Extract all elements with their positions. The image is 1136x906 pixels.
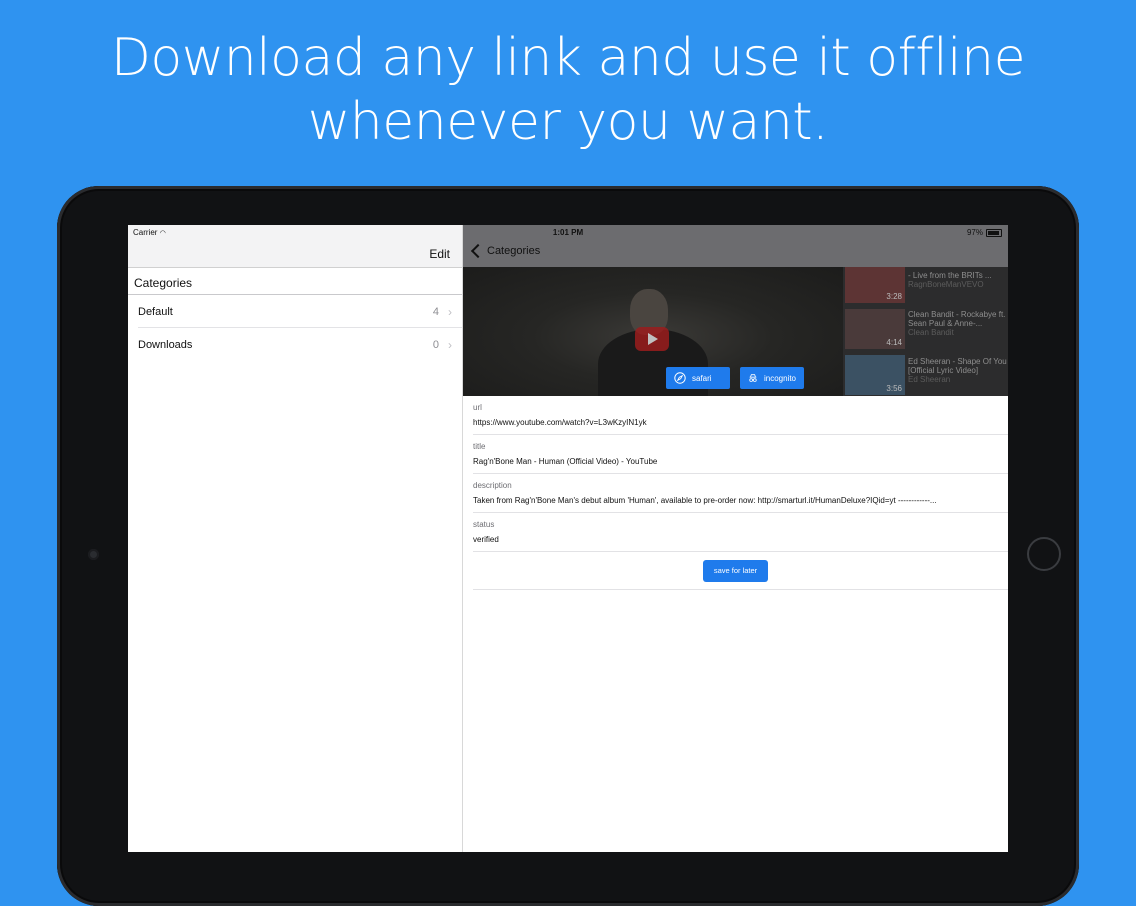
category-count: 4 <box>432 306 439 318</box>
category-row-downloads[interactable]: Downloads 0 › <box>128 328 462 361</box>
url-field: url https://www.youtube.com/watch?v=L3wK… <box>463 396 1008 435</box>
status-bar: Carrier ◠ 1:01 PM 97% <box>128 225 1008 241</box>
related-video-channel: Ed Sheeran <box>908 375 951 384</box>
title-field: title Rag'n'Bone Man - Human (Official V… <box>463 435 1008 474</box>
status-value: verified <box>473 535 499 544</box>
description-field: description Taken from Rag'n'Bone Man's … <box>463 474 1008 513</box>
edit-button[interactable]: Edit <box>429 247 450 261</box>
video-duration: 3:56 <box>886 384 902 393</box>
related-video-title: Clean Bandit - Rockabye ft. Sean Paul & … <box>908 310 1006 328</box>
related-video-thumbnail: 3:28 <box>845 267 905 303</box>
related-video-info: - Live from the BRITs ... RagnBoneManVEV… <box>908 271 1008 289</box>
related-video-title: Ed Sheeran - Shape Of You [Official Lyri… <box>908 357 1007 375</box>
link-details: url https://www.youtube.com/watch?v=L3wK… <box>463 396 1008 590</box>
related-video-title: - Live from the BRITs ... <box>908 271 992 280</box>
related-video-channel: RagnBoneManVEVO <box>908 280 984 289</box>
detail-pane: Categories 3:28 - Live from the BRITs ..… <box>463 225 1008 852</box>
description-value[interactable]: Taken from Rag'n'Bone Man's debut album … <box>473 496 1001 505</box>
related-video-channel: Clean Bandit <box>908 328 954 337</box>
save-row: save for later <box>463 552 1008 590</box>
category-label: Downloads <box>138 339 193 351</box>
url-value[interactable]: https://www.youtube.com/watch?v=L3wKzyIN… <box>473 418 1001 427</box>
category-count: 0 <box>432 339 439 351</box>
category-label: Default <box>138 306 173 318</box>
battery-indicator: 97% <box>967 228 1002 237</box>
battery-percent: 97% <box>966 228 983 237</box>
related-video-thumbnail: 3:56 <box>845 355 905 395</box>
title-value[interactable]: Rag'n'Bone Man - Human (Official Video) … <box>473 457 1001 466</box>
categories-header: Categories <box>128 268 462 295</box>
headline-line-1: Download any link and use it offline <box>110 28 1026 88</box>
safari-button[interactable]: safari <box>666 367 730 389</box>
play-icon <box>635 327 669 351</box>
promo-headline: Download any link and use it offline whe… <box>0 26 1136 154</box>
related-video-thumbnail: 4:14 <box>845 309 905 349</box>
compass-icon <box>674 372 686 384</box>
chevron-right-icon: › <box>448 305 452 319</box>
status-field: status verified <box>463 513 1008 552</box>
safari-label: safari <box>692 373 712 383</box>
battery-icon <box>986 228 1002 237</box>
home-button <box>1027 537 1061 571</box>
chevron-left-icon <box>470 243 486 259</box>
ipad-screen: Edit Categories Default 4 › Downloads 0 … <box>128 225 1008 852</box>
status-time: 1:01 PM <box>552 228 584 237</box>
chevron-right-icon: › <box>448 338 452 352</box>
incognito-icon <box>749 374 757 382</box>
related-video-info: Ed Sheeran - Shape Of You [Official Lyri… <box>908 357 1008 384</box>
back-label: Categories <box>487 245 541 257</box>
related-videos: 3:28 - Live from the BRITs ... RagnBoneM… <box>843 267 1008 396</box>
category-row-default[interactable]: Default 4 › <box>128 295 462 328</box>
field-label: url <box>473 403 482 412</box>
headline-line-2: whenever you want. <box>307 92 829 152</box>
related-video-info: Clean Bandit - Rockabye ft. Sean Paul & … <box>908 310 1008 337</box>
field-label: description <box>473 481 512 490</box>
categories-title: Categories <box>134 276 193 290</box>
incognito-button[interactable]: incognito <box>740 367 804 389</box>
field-label: title <box>473 442 486 451</box>
incognito-label: incognito <box>763 373 796 383</box>
master-pane: Edit Categories Default 4 › Downloads 0 … <box>128 225 463 852</box>
back-button[interactable]: Categories <box>470 243 541 259</box>
video-duration: 4:14 <box>886 338 902 347</box>
front-camera <box>88 549 99 560</box>
save-for-later-button[interactable]: save for later <box>703 560 768 582</box>
link-preview: 3:28 - Live from the BRITs ... RagnBoneM… <box>463 267 1008 396</box>
video-duration: 3:28 <box>886 292 902 301</box>
field-label: status <box>473 520 495 529</box>
